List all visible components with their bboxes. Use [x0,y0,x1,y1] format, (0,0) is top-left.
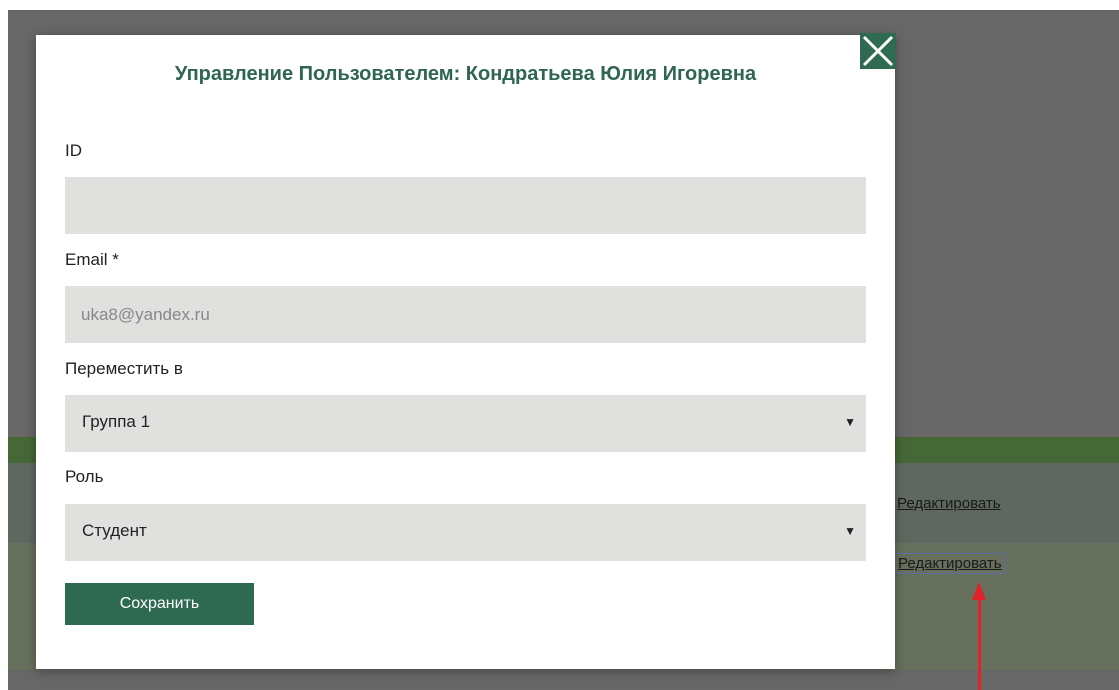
annotation-arrow [978,596,981,690]
email-label: Email * [65,250,119,269]
role-label: Роль [65,467,104,486]
save-button[interactable]: Сохранить [65,583,254,625]
page: Редактировать Редактировать Управление П… [0,0,1119,690]
role-select[interactable]: Студент ▼ [65,504,866,561]
id-field[interactable] [65,177,866,234]
role-selected-value: Студент [82,521,147,540]
email-field[interactable] [65,286,866,343]
move-to-label: Переместить в [65,359,183,378]
caret-down-icon: ▼ [844,524,856,538]
edit-link[interactable]: Редактировать [897,495,1001,512]
move-to-select[interactable]: Группа 1 ▼ [65,395,866,452]
user-management-modal: Управление Пользователем: Кондратьева Юл… [36,35,895,669]
caret-down-icon: ▼ [844,415,856,429]
modal-title: Управление Пользователем: Кондратьева Юл… [174,63,757,85]
id-label: ID [65,141,82,160]
close-icon[interactable] [860,33,896,69]
move-to-selected-value: Группа 1 [82,412,151,431]
overlay-backdrop-bottom [8,670,1119,690]
edit-link-focused[interactable]: Редактировать [894,553,1006,574]
